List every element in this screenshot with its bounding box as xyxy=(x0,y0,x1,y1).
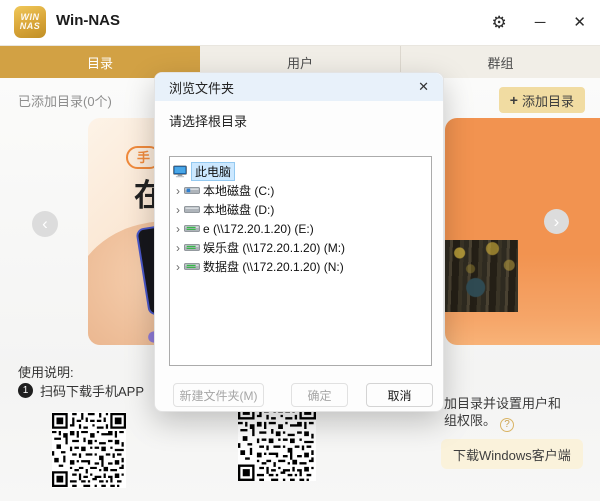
folder-tree: 此电脑 › 本地磁盘 (C:) › 本地磁盘 (D:) › e (\\172.2… xyxy=(169,156,432,366)
expand-chevron-icon[interactable]: › xyxy=(172,261,184,273)
settings-gear-icon[interactable]: ⚙ xyxy=(488,12,511,33)
title-bar: WIN NAS Win-NAS ⚙ ─ ✕ xyxy=(0,0,600,45)
dialog-prompt: 请选择根目录 xyxy=(169,114,248,129)
window-controls: ⚙ ─ ✕ xyxy=(488,0,590,45)
network-drive-icon xyxy=(184,225,200,232)
plus-icon: + xyxy=(509,92,518,108)
local-drive-icon xyxy=(184,206,200,213)
added-directories-count: 已添加目录(0个) xyxy=(18,94,112,109)
tree-item-label: 本地磁盘 (C:) xyxy=(203,184,275,198)
tree-item-drive-n[interactable]: › 数据盘 (\\172.20.1.20) (N:) xyxy=(170,257,431,276)
expand-chevron-icon[interactable]: › xyxy=(172,242,184,254)
qr-code-secondary xyxy=(238,403,316,481)
logo-text-bottom: NAS xyxy=(19,21,41,31)
tree-item-label: 此电脑 xyxy=(191,162,236,181)
network-drive-icon xyxy=(184,263,200,270)
forest-photo xyxy=(445,240,518,312)
cancel-button[interactable]: 取消 xyxy=(366,383,433,407)
tree-item-drive-c[interactable]: › 本地磁盘 (C:) xyxy=(170,181,431,200)
add-directory-label: 添加目录 xyxy=(521,93,574,109)
app-window: WIN NAS Win-NAS ⚙ ─ ✕ 目录 用户 群组 已添加目录(0个)… xyxy=(0,0,600,501)
tree-item-label: 娱乐盘 (\\172.20.1.20) (M:) xyxy=(203,241,346,255)
download-windows-client-button[interactable]: 下载Windows客户端 xyxy=(441,439,583,469)
system-drive-icon xyxy=(184,187,200,194)
help-icon[interactable]: ? xyxy=(500,417,515,432)
dialog-close-icon[interactable]: ✕ xyxy=(416,79,431,95)
note-line-1: 加目录并设置用户和 xyxy=(444,396,562,411)
badge-text: 手 xyxy=(137,150,151,165)
computer-icon xyxy=(173,165,187,178)
carousel-card-photo xyxy=(445,118,600,345)
dialog-header: 浏览文件夹 ✕ xyxy=(155,73,443,101)
window-title: Win-NAS xyxy=(56,12,121,29)
tree-item-drive-m[interactable]: › 娱乐盘 (\\172.20.1.20) (M:) xyxy=(170,238,431,257)
expand-chevron-icon[interactable]: › xyxy=(172,223,184,235)
tree-item-drive-d[interactable]: › 本地磁盘 (D:) xyxy=(170,200,431,219)
close-button[interactable]: ✕ xyxy=(569,13,590,32)
tree-item-label: 数据盘 (\\172.20.1.20) (N:) xyxy=(203,260,344,274)
network-drive-icon xyxy=(184,244,200,251)
tree-item-label: 本地磁盘 (D:) xyxy=(203,203,275,217)
permission-note: 加目录并设置用户和 组权限。? xyxy=(444,395,561,432)
ok-button[interactable]: 确定 xyxy=(291,383,348,407)
tree-item-drive-e[interactable]: › e (\\172.20.1.20) (E:) xyxy=(170,219,431,238)
dialog-title: 浏览文件夹 xyxy=(169,80,235,96)
note-line-2: 组权限。? xyxy=(444,412,561,432)
carousel-prev-button[interactable]: ‹ xyxy=(32,211,58,237)
qr-code-mobile-app xyxy=(52,412,126,488)
app-logo-icon: WIN NAS xyxy=(14,6,46,38)
step-text: 扫码下载手机APP xyxy=(40,384,145,399)
step-number-badge: 1 xyxy=(18,383,33,398)
instructions-heading: 使用说明: xyxy=(18,365,74,380)
tree-item-this-pc[interactable]: 此电脑 xyxy=(170,162,431,181)
tree-item-label: e (\\172.20.1.20) (E:) xyxy=(203,221,314,236)
new-folder-button[interactable]: 新建文件夹(M) xyxy=(173,383,264,407)
instruction-step-1: 1 扫码下载手机APP xyxy=(18,381,144,400)
carousel-next-button[interactable]: › xyxy=(544,209,569,234)
add-directory-button[interactable]: + 添加目录 xyxy=(498,87,585,113)
expand-chevron-icon[interactable]: › xyxy=(172,185,184,197)
minimize-button[interactable]: ─ xyxy=(531,13,550,32)
expand-chevron-icon[interactable]: › xyxy=(172,204,184,216)
browse-folder-dialog: 浏览文件夹 ✕ 请选择根目录 此电脑 › 本地磁盘 (C:) › 本地磁盘 (D… xyxy=(154,72,444,412)
